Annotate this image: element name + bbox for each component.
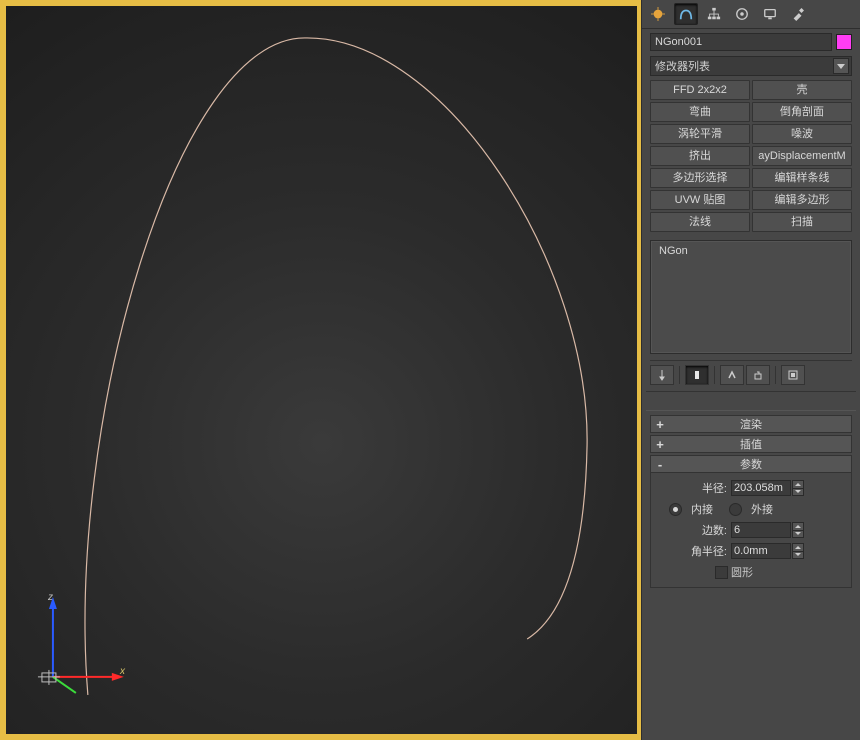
command-panel-tabs xyxy=(642,0,860,29)
corner-radius-spinner xyxy=(731,543,804,559)
axis-label-z: z xyxy=(48,592,53,603)
inscribe-radio-group: 内接 外接 xyxy=(657,501,783,517)
rollout-body-parameters: 半径: 内接 xyxy=(650,473,852,588)
make-unique-button[interactable] xyxy=(720,365,744,385)
circumscribed-radio[interactable] xyxy=(729,503,742,516)
dropdown-arrow-icon xyxy=(833,58,849,74)
modifier-button[interactable]: 涡轮平滑 xyxy=(650,124,750,144)
panel-separator xyxy=(646,391,856,411)
modifier-button[interactable]: 噪波 xyxy=(752,124,852,144)
radius-input[interactable] xyxy=(731,480,791,496)
tab-display[interactable] xyxy=(758,3,782,25)
stack-toolbar xyxy=(650,360,852,385)
modifier-button[interactable]: 扫描 xyxy=(752,212,852,232)
modifier-button[interactable]: 多边形选择 xyxy=(650,168,750,188)
rollout-header-parameters[interactable]: - 参数 xyxy=(650,455,852,473)
configure-sets-button[interactable] xyxy=(781,365,805,385)
modifier-button[interactable]: UVW 贴图 xyxy=(650,190,750,210)
toolbar-divider xyxy=(714,366,715,384)
rollout-render: + 渲染 xyxy=(650,415,852,433)
param-row-radius: 半径: xyxy=(657,478,845,498)
stack-item[interactable]: NGon xyxy=(653,243,849,259)
param-row-circular: 圆形 xyxy=(657,562,845,582)
radius-spin-buttons xyxy=(792,480,804,496)
modifier-button[interactable]: 法线 xyxy=(650,212,750,232)
sides-input[interactable] xyxy=(731,522,791,538)
spin-down-button[interactable] xyxy=(792,488,804,497)
rollout-title: 渲染 xyxy=(651,416,851,432)
object-color-swatch[interactable] xyxy=(836,34,852,50)
perspective-viewport[interactable]: z x xyxy=(0,0,641,740)
tab-motion[interactable] xyxy=(730,3,754,25)
modifier-list-dropdown[interactable]: 修改器列表 xyxy=(650,56,852,76)
sides-spin-buttons xyxy=(792,522,804,538)
modifier-button[interactable]: ayDisplacementM xyxy=(752,146,852,166)
viewport-canvas xyxy=(6,6,637,733)
toolbar-divider xyxy=(775,366,776,384)
object-name-bar xyxy=(642,29,860,54)
corner-radius-spin-buttons xyxy=(792,543,804,559)
collapse-icon: - xyxy=(655,457,665,472)
spin-down-button[interactable] xyxy=(792,530,804,539)
show-end-result-button[interactable] xyxy=(685,365,709,385)
corner-radius-input[interactable] xyxy=(731,543,791,559)
app-root: z x 修改器列表 FFD 2x2x2 壳 弯曲 倒角剖面 涡轮平滑 噪波 xyxy=(0,0,860,740)
spin-down-button[interactable] xyxy=(792,551,804,560)
expand-icon: + xyxy=(655,417,665,432)
toolbar-divider xyxy=(679,366,680,384)
param-row-inscribe: 内接 外接 xyxy=(657,499,845,519)
modifier-button[interactable]: 倒角剖面 xyxy=(752,102,852,122)
pin-stack-button[interactable] xyxy=(650,365,674,385)
modifier-button[interactable]: 挤出 xyxy=(650,146,750,166)
expand-icon: + xyxy=(655,437,665,452)
spin-up-button[interactable] xyxy=(792,480,804,488)
tab-modify[interactable] xyxy=(674,3,698,25)
modifier-buttons-grid: FFD 2x2x2 壳 弯曲 倒角剖面 涡轮平滑 噪波 挤出 ayDisplac… xyxy=(642,80,860,236)
spin-up-button[interactable] xyxy=(792,543,804,551)
inscribed-radio[interactable] xyxy=(669,503,682,516)
spin-up-button[interactable] xyxy=(792,522,804,530)
modifier-list-label: 修改器列表 xyxy=(655,58,710,74)
modifier-stack[interactable]: NGon xyxy=(650,240,852,354)
modifier-button[interactable]: 编辑多边形 xyxy=(752,190,852,210)
tab-hierarchy[interactable] xyxy=(702,3,726,25)
corner-radius-label: 角半径: xyxy=(657,543,731,559)
param-row-corner-radius: 角半径: xyxy=(657,541,845,561)
rollout-interpolation: + 插值 xyxy=(650,435,852,453)
inscribed-label: 内接 xyxy=(691,501,713,517)
command-panel: 修改器列表 FFD 2x2x2 壳 弯曲 倒角剖面 涡轮平滑 噪波 挤出 ayD… xyxy=(641,0,860,740)
param-row-sides: 边数: xyxy=(657,520,845,540)
rollout-header-interpolation[interactable]: + 插值 xyxy=(650,435,852,453)
modifier-button[interactable]: 弯曲 xyxy=(650,102,750,122)
spline-curve xyxy=(85,38,587,695)
circumscribed-label: 外接 xyxy=(751,501,773,517)
object-name-input[interactable] xyxy=(650,33,832,51)
axis-gizmo xyxy=(38,597,124,693)
circular-label: 圆形 xyxy=(731,564,753,580)
rollout-title: 参数 xyxy=(651,456,851,472)
modifier-button[interactable]: 壳 xyxy=(752,80,852,100)
rollout-parameters: - 参数 半径: xyxy=(650,455,852,588)
rollouts-area: + 渲染 + 插值 - 参数 半径: xyxy=(642,411,860,740)
tab-utilities[interactable] xyxy=(786,3,810,25)
modifier-button[interactable]: 编辑样条线 xyxy=(752,168,852,188)
tab-create[interactable] xyxy=(646,3,670,25)
remove-modifier-button[interactable] xyxy=(746,365,770,385)
radius-label: 半径: xyxy=(657,480,731,496)
rollout-header-render[interactable]: + 渲染 xyxy=(650,415,852,433)
modifier-button[interactable]: FFD 2x2x2 xyxy=(650,80,750,100)
sides-label: 边数: xyxy=(657,522,731,538)
axis-label-x: x xyxy=(120,666,125,677)
rollout-title: 插值 xyxy=(651,436,851,452)
sides-spinner xyxy=(731,522,804,538)
radius-spinner xyxy=(731,480,804,496)
circular-checkbox[interactable] xyxy=(715,566,728,579)
